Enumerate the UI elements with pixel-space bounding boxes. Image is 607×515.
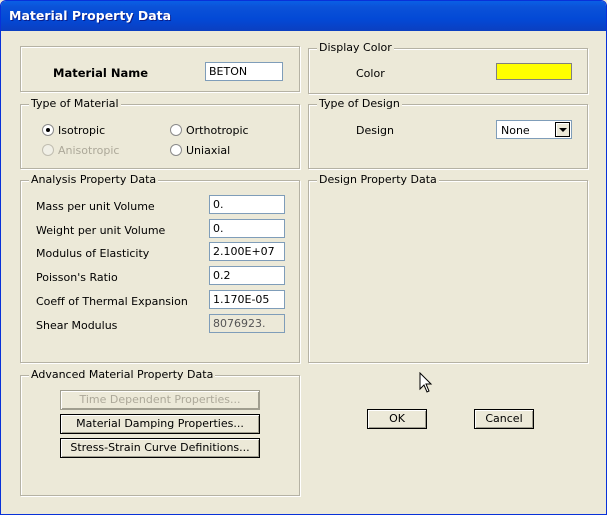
damping-button[interactable]: Material Damping Properties... bbox=[60, 414, 260, 434]
modulus-label: Modulus of Elasticity bbox=[36, 247, 150, 260]
thermal-input[interactable]: 1.170E-05 bbox=[209, 290, 285, 309]
orthotropic-label: Orthotropic bbox=[186, 124, 249, 137]
mass-input[interactable]: 0. bbox=[209, 195, 285, 214]
shear-modulus-value: 8076923. bbox=[209, 314, 285, 333]
weight-input[interactable]: 0. bbox=[209, 219, 285, 238]
chevron-down-icon[interactable] bbox=[555, 122, 570, 137]
design-label: Design bbox=[356, 124, 394, 137]
uniaxial-radio[interactable] bbox=[170, 144, 182, 156]
analysis-property-group-label: Analysis Property Data bbox=[29, 173, 159, 186]
orthotropic-radio[interactable] bbox=[170, 124, 182, 136]
title-bar[interactable]: Material Property Data bbox=[1, 1, 606, 31]
poisson-label: Poisson's Ratio bbox=[36, 271, 118, 284]
advanced-property-group-label: Advanced Material Property Data bbox=[29, 368, 216, 381]
color-swatch[interactable] bbox=[496, 63, 572, 80]
isotropic-label: Isotropic bbox=[58, 124, 106, 137]
display-color-group-label: Display Color bbox=[317, 41, 394, 54]
type-of-material-group-label: Type of Material bbox=[29, 97, 121, 110]
analysis-property-group: Analysis Property Data Mass per unit Vol… bbox=[20, 173, 300, 363]
type-of-design-group-label: Type of Design bbox=[317, 97, 402, 110]
material-property-dialog: Material Property Data Material Name BET… bbox=[0, 0, 607, 515]
material-name-input[interactable]: BETON bbox=[205, 62, 283, 81]
material-name-group: Material Name BETON bbox=[20, 46, 300, 92]
cancel-button[interactable]: Cancel bbox=[474, 409, 534, 429]
weight-label: Weight per unit Volume bbox=[36, 224, 166, 237]
design-property-group-label: Design Property Data bbox=[317, 173, 439, 186]
color-label: Color bbox=[356, 67, 385, 80]
type-of-material-group: Type of Material Isotropic Orthotropic A… bbox=[20, 97, 300, 169]
design-select-value: None bbox=[501, 124, 530, 137]
thermal-label: Coeff of Thermal Expansion bbox=[36, 295, 188, 308]
isotropic-radio[interactable] bbox=[42, 124, 54, 136]
stress-strain-button[interactable]: Stress-Strain Curve Definitions... bbox=[60, 438, 260, 458]
ok-button[interactable]: OK bbox=[367, 409, 427, 429]
anisotropic-radio bbox=[42, 144, 54, 156]
uniaxial-label: Uniaxial bbox=[186, 144, 231, 157]
design-select[interactable]: None bbox=[496, 120, 572, 139]
time-dependent-button: Time Dependent Properties... bbox=[60, 390, 260, 410]
shear-modulus-label: Shear Modulus bbox=[36, 319, 118, 332]
type-of-design-group: Type of Design Design None bbox=[308, 97, 588, 169]
modulus-input[interactable]: 2.100E+07 bbox=[209, 242, 285, 261]
mass-label: Mass per unit Volume bbox=[36, 200, 155, 213]
advanced-property-group: Advanced Material Property Data Time Dep… bbox=[20, 368, 300, 496]
window-title: Material Property Data bbox=[9, 8, 172, 23]
mouse-pointer-icon bbox=[419, 372, 433, 393]
display-color-group: Display Color Color bbox=[308, 41, 588, 94]
anisotropic-label: Anisotropic bbox=[58, 144, 120, 157]
dialog-body: Material Name BETON Display Color Color … bbox=[5, 31, 602, 512]
poisson-input[interactable]: 0.2 bbox=[209, 266, 285, 285]
design-property-group: Design Property Data bbox=[308, 173, 588, 363]
material-name-label: Material Name bbox=[53, 66, 148, 80]
